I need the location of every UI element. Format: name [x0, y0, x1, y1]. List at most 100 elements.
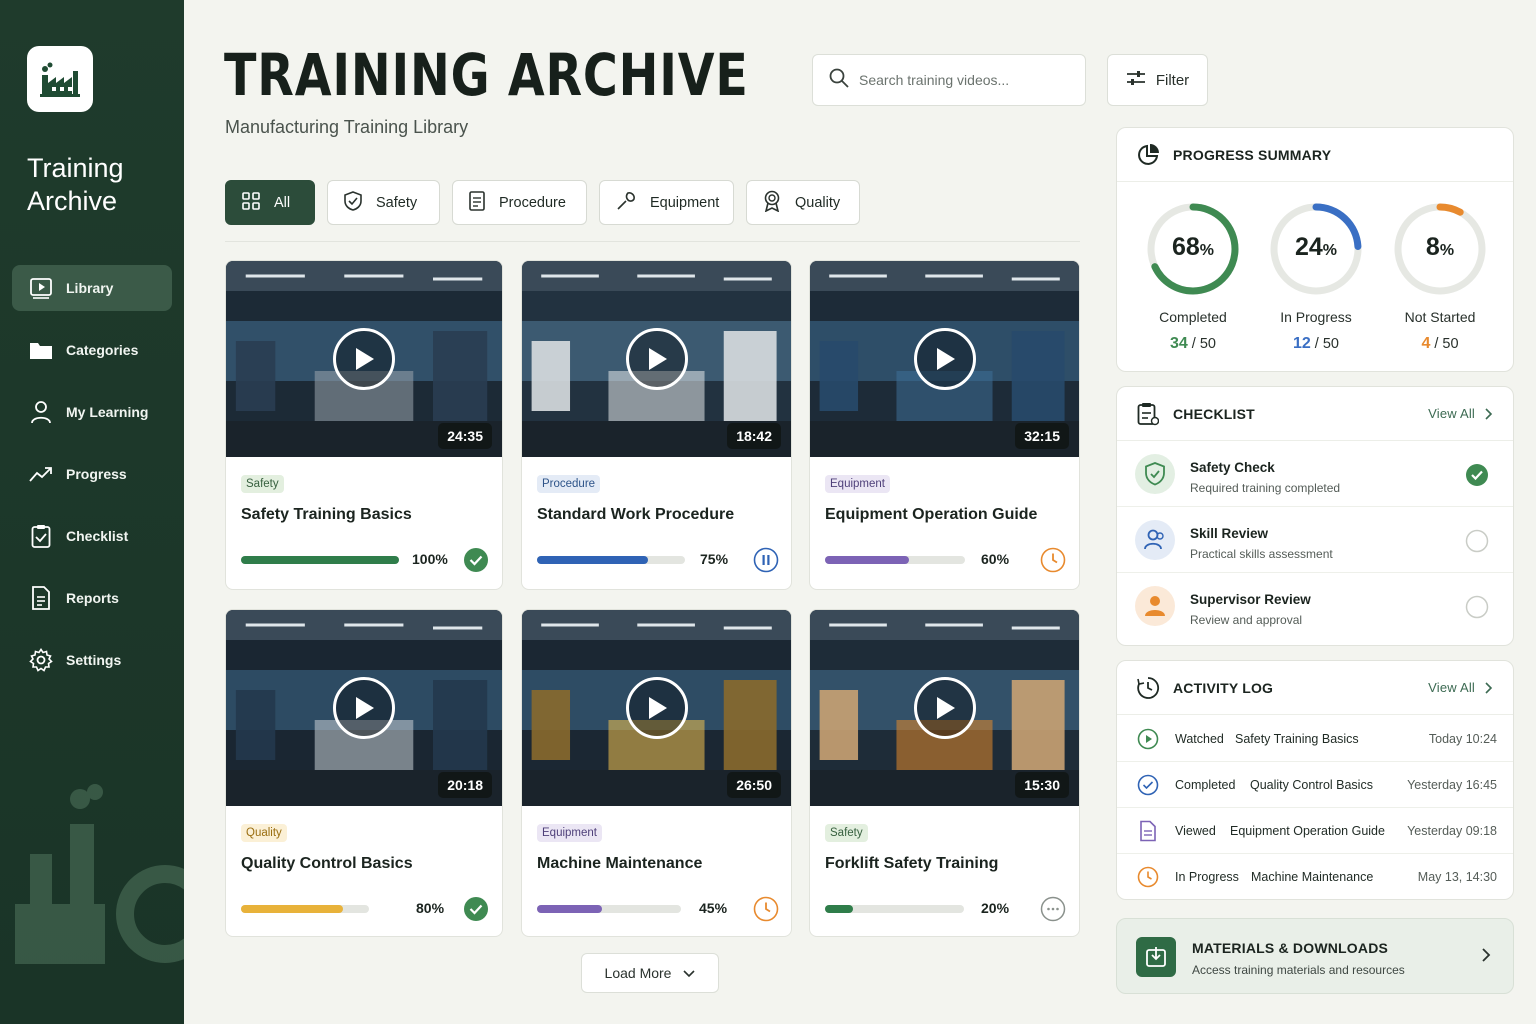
- category-badge: Safety: [241, 475, 284, 493]
- video-title[interactable]: Machine Maintenance: [537, 855, 702, 873]
- check-circle-icon[interactable]: [463, 896, 489, 922]
- play-button[interactable]: [625, 677, 688, 739]
- factory-logo-icon[interactable]: [27, 46, 93, 112]
- checklist-item[interactable]: Skill Review Practical skills assessment: [1117, 507, 1513, 573]
- activity-time: Yesterday 09:18: [1407, 823, 1497, 838]
- ring-percent-unit: %: [1322, 242, 1338, 259]
- empty-circle-icon[interactable]: [1465, 595, 1489, 619]
- check-circle-icon[interactable]: [1465, 463, 1489, 487]
- wrench-icon: [616, 191, 636, 215]
- progress-bar: [825, 905, 964, 913]
- video-card[interactable]: 24:35 Safety Safety Training Basics 100%: [225, 260, 503, 590]
- more-circle-icon[interactable]: [1040, 896, 1066, 922]
- play-icon: [356, 348, 374, 370]
- filter-button[interactable]: Filter: [1107, 54, 1208, 106]
- play-button[interactable]: [333, 677, 395, 739]
- video-card[interactable]: 20:18 Quality Quality Control Basics 80%: [225, 609, 503, 937]
- sidebar-item-progress[interactable]: Progress: [12, 451, 172, 497]
- sidebar-item-categories[interactable]: Categories: [12, 327, 172, 373]
- play-button[interactable]: [625, 328, 688, 390]
- sidebar-item-settings[interactable]: Settings: [12, 637, 172, 683]
- activity-target: Equipment Operation Guide: [1230, 823, 1385, 838]
- video-title[interactable]: Safety Training Basics: [241, 506, 412, 524]
- video-thumbnail[interactable]: 20:18: [226, 610, 502, 806]
- progress-fill: [537, 556, 648, 564]
- ring-count-value: 4: [1421, 335, 1431, 352]
- tab-equipment[interactable]: Equipment: [599, 180, 734, 225]
- document-icon: [28, 585, 54, 611]
- progress-bar: [241, 905, 369, 913]
- chevron-down-icon: [683, 965, 696, 981]
- activity-row[interactable]: Viewed Equipment Operation Guide Yesterd…: [1117, 808, 1513, 854]
- video-title[interactable]: Quality Control Basics: [241, 855, 413, 873]
- tab-all[interactable]: All: [225, 180, 315, 225]
- activity-log-panel: ACTIVITY LOG View All Watched Safety Tra…: [1116, 660, 1514, 900]
- checklist-view-all[interactable]: View All: [1428, 406, 1493, 421]
- activity-row[interactable]: Watched Safety Training Basics Today 10:…: [1117, 716, 1513, 762]
- play-button[interactable]: [913, 328, 976, 390]
- activity-row[interactable]: Completed Quality Control Basics Yesterd…: [1117, 762, 1513, 808]
- sidebar-item-reports[interactable]: Reports: [12, 575, 172, 621]
- activity-target: Safety Training Basics: [1235, 731, 1359, 746]
- video-title[interactable]: Forklift Safety Training: [825, 855, 998, 873]
- sidebar-item-my-learning[interactable]: My Learning: [12, 389, 172, 435]
- ring-percent-unit: %: [1439, 242, 1455, 259]
- checklist-item[interactable]: Supervisor Review Review and approval: [1117, 573, 1513, 639]
- play-icon: [936, 697, 955, 719]
- clock-icon[interactable]: [1040, 547, 1066, 573]
- ring-label: Not Started: [1404, 309, 1476, 325]
- sidebar-item-checklist[interactable]: Checklist: [12, 513, 172, 559]
- check-circle-icon[interactable]: [463, 547, 489, 573]
- play-button[interactable]: [913, 677, 976, 739]
- tab-safety[interactable]: Safety: [327, 180, 440, 225]
- play-button[interactable]: [333, 328, 395, 390]
- video-title[interactable]: Standard Work Procedure: [537, 506, 734, 524]
- check-circle-icon: [1137, 774, 1159, 795]
- video-thumbnail[interactable]: 18:42: [522, 261, 791, 457]
- trend-icon: [28, 461, 54, 487]
- document-icon: [469, 190, 485, 215]
- tab-procedure[interactable]: Procedure: [452, 180, 587, 225]
- tab-label: Equipment: [650, 194, 720, 211]
- ring-chart: 68%: [1143, 201, 1243, 297]
- play-screen-icon: [28, 275, 54, 301]
- empty-circle-icon[interactable]: [1465, 529, 1489, 553]
- load-more-label: Load More: [604, 965, 672, 981]
- video-card[interactable]: 18:42 Procedure Standard Work Procedure 75%: [521, 260, 792, 590]
- sidebar-item-library[interactable]: Library: [12, 265, 172, 311]
- clock-icon[interactable]: [753, 896, 779, 922]
- progress-fill: [241, 556, 399, 564]
- video-card[interactable]: 32:15 Equipment Equipment Operation Guide 6…: [809, 260, 1080, 590]
- video-card[interactable]: 15:30 Safety Forklift Safety Training 20%: [809, 609, 1080, 937]
- ring-percent: 68%: [1143, 233, 1243, 262]
- video-thumbnail[interactable]: 15:30: [810, 610, 1079, 806]
- progress-value: 60%: [981, 551, 1010, 567]
- load-more-button[interactable]: Load More: [581, 953, 719, 993]
- search-box[interactable]: [812, 54, 1086, 106]
- progress-value: 100%: [412, 551, 448, 567]
- tab-quality[interactable]: Quality: [746, 180, 860, 225]
- view-all-label: View All: [1428, 406, 1475, 421]
- activity-log-title: ACTIVITY LOG: [1173, 679, 1274, 696]
- progress-summary-header: PROGRESS SUMMARY: [1117, 128, 1513, 182]
- activity-view-all[interactable]: View All: [1428, 680, 1493, 695]
- tabs-divider: [225, 241, 1080, 242]
- video-thumbnail[interactable]: 32:15: [810, 261, 1079, 457]
- video-card[interactable]: 26:50 Equipment Machine Maintenance 45%: [521, 609, 792, 937]
- video-thumbnail[interactable]: 26:50: [522, 610, 791, 806]
- search-input[interactable]: [859, 72, 1059, 88]
- materials-downloads-card[interactable]: MATERIALS & DOWNLOADS Access training ma…: [1116, 918, 1514, 994]
- sidebar-item-label: Library: [66, 280, 114, 296]
- video-duration: 24:35: [438, 423, 492, 449]
- category-badge: Procedure: [537, 475, 601, 493]
- progress-fill: [825, 905, 853, 913]
- progress-fill: [241, 905, 343, 913]
- video-title[interactable]: Equipment Operation Guide: [825, 506, 1037, 524]
- activity-row[interactable]: In Progress Machine Maintenance May 13, …: [1117, 854, 1513, 900]
- activity-action: In Progress: [1175, 870, 1239, 884]
- pause-circle-icon[interactable]: [753, 547, 779, 573]
- checklist-item-title: Safety Check: [1190, 460, 1275, 475]
- play-circle-icon: [1137, 728, 1159, 749]
- checklist-item[interactable]: Safety Check Required training completed: [1117, 441, 1513, 507]
- video-thumbnail[interactable]: 24:35: [226, 261, 502, 457]
